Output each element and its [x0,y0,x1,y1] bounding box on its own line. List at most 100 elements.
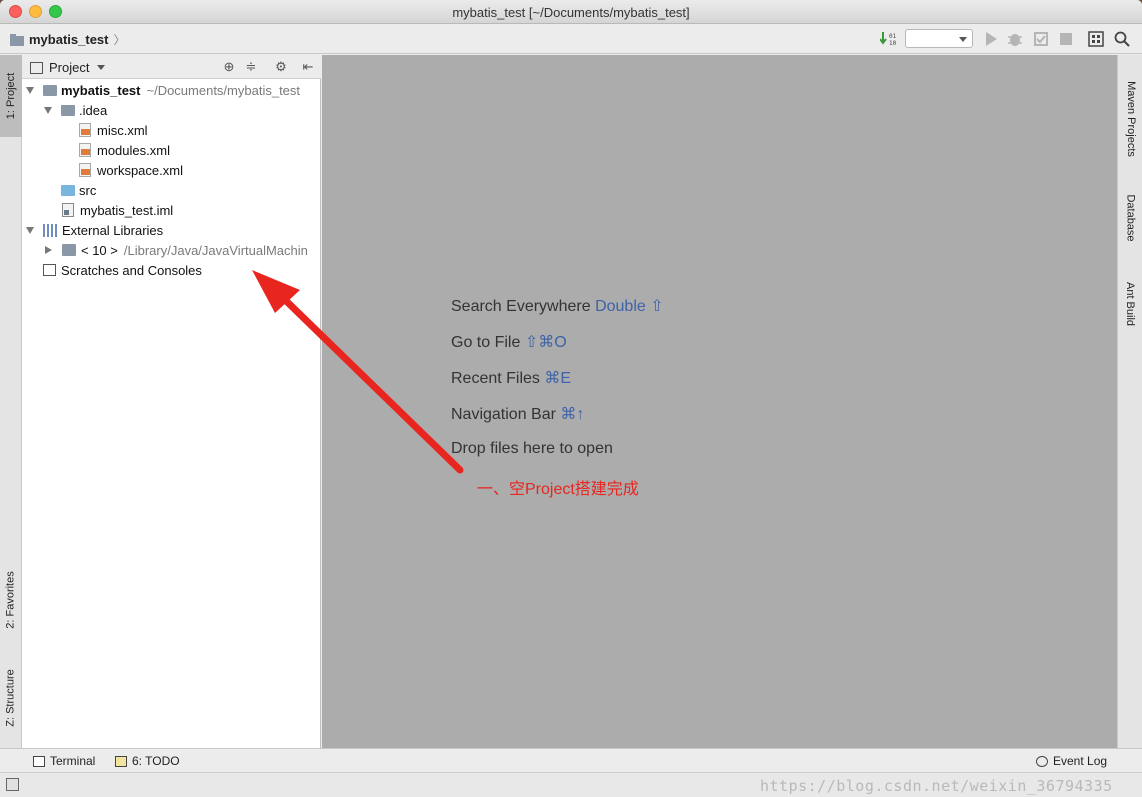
project-panel-title: Project [49,60,90,75]
run-icon[interactable] [984,31,998,47]
hint-search-everywhere: Search Everywhere Double ⇧ [451,296,664,316]
search-icon[interactable] [1114,31,1130,47]
navigation-bar: mybatis_test 〉 01 10 [0,24,1142,54]
hint-text: Drop files here to open [451,440,613,457]
gear-icon[interactable]: ⚙ [274,60,288,74]
folder-icon [61,104,75,116]
chevron-down-icon [97,65,106,70]
tree-item-label: < 10 > [81,242,118,258]
hint-navigation-bar: Navigation Bar ⌘↑ [451,404,584,424]
project-folder-icon [10,33,24,46]
title-bar: mybatis_test [~/Documents/mybatis_test] [0,0,1142,24]
module-folder-icon [43,84,57,96]
chevron-down-icon [959,37,967,42]
tree-item-idea-folder[interactable]: .idea [44,100,107,120]
hint-text: Go to File [451,334,521,351]
expand-arrow-icon[interactable] [26,226,34,234]
stop-icon[interactable] [1059,31,1073,47]
breadcrumb-project: mybatis_test [29,32,109,47]
tool-tab-project-label: 1: Project [5,72,17,120]
hint-shortcut: ⌘↑ [560,406,585,423]
xml-file-icon [79,143,91,157]
terminal-label: Terminal [50,754,96,768]
svg-text:10: 10 [889,40,897,47]
tool-tab-favorites[interactable]: 2: Favorites [0,555,22,645]
scratches-icon [43,264,56,276]
project-panel-header: Project ⊕ ≑ ⚙ ⇤ [22,55,321,79]
tool-tab-database[interactable]: Database [1118,183,1142,253]
vcs-update-icon[interactable]: 0110 [880,31,898,47]
svg-text:01: 01 [889,33,897,40]
tree-item-modules-xml[interactable]: modules.xml [79,140,170,160]
tree-item-project-root[interactable]: mybatis_test ~/Documents/mybatis_test [26,80,300,100]
bottom-tool-bar: Terminal 6: TODO Event Log [0,748,1142,772]
coverage-icon[interactable] [1033,31,1049,47]
collapse-all-icon[interactable]: ≑ [244,60,258,74]
tool-tab-structure-label: Z: Structure [5,669,17,727]
project-tool-window: Project ⊕ ≑ ⚙ ⇤ mybatis_test ~/Documents… [22,55,321,748]
tree-item-misc-xml[interactable]: misc.xml [79,120,148,140]
tool-tab-ant-label: Ant Build [1124,281,1137,327]
tool-tab-maven-label: Maven Projects [1124,81,1137,157]
tree-item-scratches[interactable]: Scratches and Consoles [43,260,202,280]
jdk-icon [62,244,76,256]
tree-item-path: /Library/Java/JavaVirtualMachin [123,242,308,258]
tool-tab-project[interactable]: 1: Project [0,55,22,137]
tool-tab-event-log[interactable]: Event Log [1036,754,1107,768]
hide-panel-icon[interactable]: ⇤ [301,60,315,74]
tree-item-path: ~/Documents/mybatis_test [146,82,301,98]
hint-shortcut: Double ⇧ [595,298,664,315]
editor-empty-area[interactable]: Search Everywhere Double ⇧ Go to File ⇧⌘… [322,55,1117,748]
locate-target-icon[interactable]: ⊕ [222,60,236,74]
tree-item-external-libraries[interactable]: External Libraries [26,220,163,240]
tree-item-label: External Libraries [62,222,164,238]
status-bar: https://blog.csdn.net/weixin_36794335 [0,772,1142,797]
collapse-arrow-icon[interactable] [45,246,52,254]
event-log-label: Event Log [1053,754,1108,768]
run-configuration-select[interactable] [905,29,973,48]
module-file-icon [62,203,74,217]
left-tool-stripe: 1: Project 2: Favorites Z: Structure [0,55,22,748]
tool-tab-ant-build[interactable]: Ant Build [1118,269,1142,339]
tree-item-iml-file[interactable]: mybatis_test.iml [62,200,173,220]
tree-item-label: .idea [79,102,108,118]
project-view-selector[interactable]: Project [30,60,106,75]
tree-item-label: workspace.xml [97,162,183,178]
todo-icon [115,755,127,767]
right-tool-stripe: Maven Projects Database Ant Build [1117,55,1142,748]
event-log-icon [1036,755,1048,767]
hint-drop-files: Drop files here to open [451,440,613,458]
tree-item-src-folder[interactable]: src [61,180,96,200]
tree-item-label: misc.xml [97,122,148,138]
tree-item-label: mybatis_test [61,82,141,98]
debug-icon[interactable] [1007,31,1023,47]
hint-shortcut: ⇧⌘O [524,334,567,351]
hint-go-to-file: Go to File ⇧⌘O [451,332,567,352]
chevron-right-icon: 〉 [113,33,126,47]
tool-tab-database-label: Database [1124,194,1137,242]
hint-text: Recent Files [451,370,540,387]
tree-item-jdk[interactable]: < 10 > /Library/Java/JavaVirtualMachin [44,240,308,260]
tool-tab-terminal[interactable]: Terminal [33,754,95,768]
hint-shortcut: ⌘E [544,370,572,387]
window-title: mybatis_test [~/Documents/mybatis_test] [452,5,690,20]
project-view-icon [30,61,43,74]
tree-item-workspace-xml[interactable]: workspace.xml [79,160,183,180]
hint-text: Navigation Bar [451,406,556,423]
ide-window: mybatis_test [~/Documents/mybatis_test] … [0,0,1142,797]
hint-recent-files: Recent Files ⌘E [451,368,571,388]
toggle-tool-windows-icon[interactable] [6,778,19,791]
tool-tab-todo[interactable]: 6: TODO [115,754,180,768]
tool-tab-maven[interactable]: Maven Projects [1118,63,1142,175]
expand-arrow-icon[interactable] [26,86,34,94]
annotation-text: 一、空Project搭建完成 [477,481,639,498]
libraries-icon [43,223,57,237]
tool-tab-favorites-label: 2: Favorites [5,571,17,629]
project-structure-icon[interactable] [1088,31,1104,47]
source-folder-icon [61,184,75,196]
terminal-icon [33,755,45,767]
tool-tab-structure[interactable]: Z: Structure [0,655,22,741]
expand-arrow-icon[interactable] [44,106,52,114]
xml-file-icon [79,163,91,177]
breadcrumb[interactable]: mybatis_test 〉 [10,31,126,48]
